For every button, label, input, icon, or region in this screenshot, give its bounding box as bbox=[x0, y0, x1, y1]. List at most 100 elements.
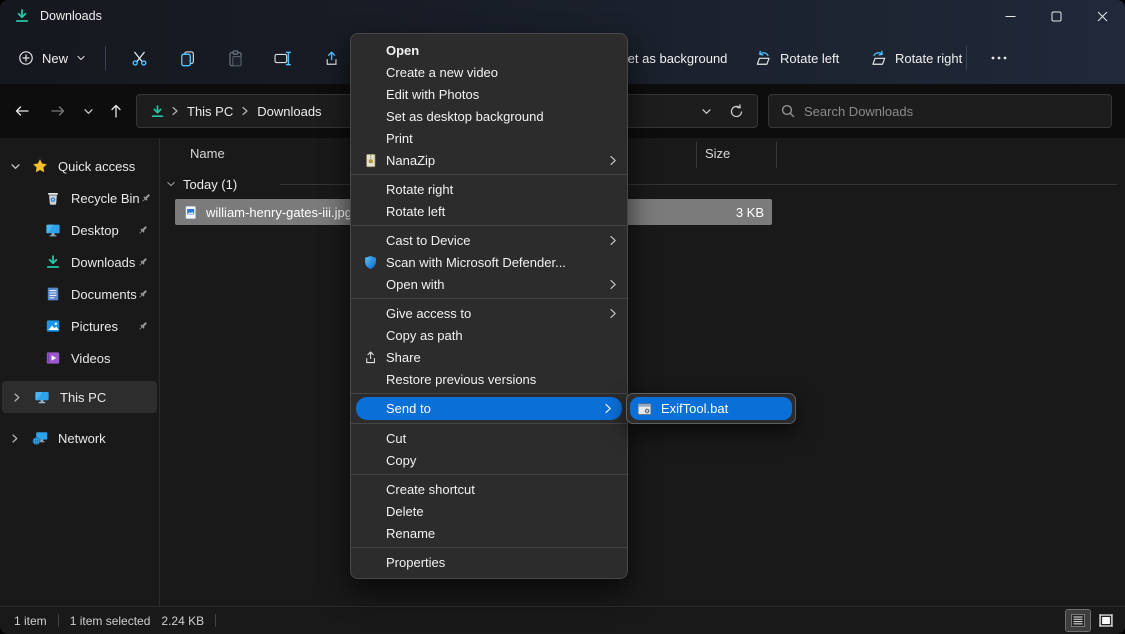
pin-icon bbox=[140, 192, 152, 204]
downloads-folder-icon bbox=[14, 8, 30, 24]
sidebar-item-videos[interactable]: Videos bbox=[0, 342, 159, 374]
large-icons-view-icon bbox=[1099, 614, 1113, 627]
set-as-background-button[interactable]: Set as background bbox=[619, 32, 727, 84]
menu-item-send-to[interactable]: Send to bbox=[356, 397, 622, 420]
sidebar-item-label: Desktop bbox=[71, 223, 119, 238]
menu-item-open-with[interactable]: Open with bbox=[351, 273, 627, 295]
breadcrumb-this-pc[interactable]: This PC bbox=[185, 104, 235, 119]
pin-icon bbox=[137, 256, 149, 268]
context-menu: Open Create a new video Edit with Photos… bbox=[350, 33, 628, 579]
breadcrumb-chevron-icon bbox=[171, 106, 179, 116]
search-input[interactable] bbox=[804, 104, 1099, 119]
menu-item-copy[interactable]: Copy bbox=[351, 449, 627, 471]
column-divider[interactable] bbox=[776, 142, 777, 168]
submenu-item-exiftool-bat[interactable]: ExifTool.bat bbox=[630, 397, 792, 420]
share-button[interactable] bbox=[307, 40, 355, 76]
send-to-submenu: ExifTool.bat bbox=[626, 393, 796, 424]
details-view-button[interactable] bbox=[1066, 610, 1090, 631]
submenu-item-label: ExifTool.bat bbox=[661, 401, 728, 416]
column-divider[interactable] bbox=[696, 142, 697, 168]
menu-separator bbox=[351, 225, 627, 226]
large-icons-view-button[interactable] bbox=[1094, 610, 1118, 631]
new-button[interactable]: New bbox=[8, 40, 96, 76]
copy-button[interactable] bbox=[163, 40, 211, 76]
menu-item-rotate-right[interactable]: Rotate right bbox=[351, 178, 627, 200]
rotate-left-icon bbox=[755, 50, 772, 67]
sidebar-item-network[interactable]: Network bbox=[0, 422, 159, 454]
submenu-arrow-icon bbox=[609, 235, 617, 246]
more-options-button[interactable] bbox=[984, 32, 1014, 84]
menu-item-rename[interactable]: Rename bbox=[351, 522, 627, 544]
menu-item-edit-with-photos[interactable]: Edit with Photos bbox=[351, 83, 627, 105]
menu-item-give-access-to[interactable]: Give access to bbox=[351, 302, 627, 324]
menu-item-delete[interactable]: Delete bbox=[351, 500, 627, 522]
sidebar-item-pictures[interactable]: Pictures bbox=[0, 310, 159, 342]
pin-icon bbox=[137, 320, 149, 332]
file-list-area: Name Size Today (1) william-henry-gates-… bbox=[160, 138, 1125, 606]
menu-item-print[interactable]: Print bbox=[351, 127, 627, 149]
downloads-folder-icon bbox=[45, 254, 61, 270]
menu-item-cut[interactable]: Cut bbox=[351, 427, 627, 449]
chevron-right-icon[interactable] bbox=[10, 433, 22, 444]
menu-item-open[interactable]: Open bbox=[351, 39, 627, 61]
sidebar-item-downloads[interactable]: Downloads bbox=[0, 246, 159, 278]
column-header-size[interactable]: Size bbox=[705, 146, 730, 161]
back-button[interactable] bbox=[8, 97, 36, 125]
forward-button[interactable] bbox=[44, 97, 72, 125]
rotate-left-button[interactable]: Rotate left bbox=[755, 32, 839, 84]
menu-item-share[interactable]: Share bbox=[351, 346, 627, 368]
sidebar-item-quick-access[interactable]: Quick access bbox=[0, 150, 159, 182]
menu-item-create-shortcut[interactable]: Create shortcut bbox=[351, 478, 627, 500]
sidebar-item-label: Quick access bbox=[58, 159, 135, 174]
minimize-button[interactable] bbox=[987, 0, 1033, 32]
menu-item-set-as-desktop-background[interactable]: Set as desktop background bbox=[351, 105, 627, 127]
submenu-arrow-icon bbox=[609, 308, 617, 319]
bat-file-icon bbox=[637, 402, 652, 416]
toolbar-divider bbox=[966, 32, 967, 84]
window-controls bbox=[987, 0, 1125, 32]
paste-button[interactable] bbox=[211, 40, 259, 76]
rename-icon bbox=[274, 50, 292, 67]
menu-item-properties[interactable]: Properties bbox=[351, 551, 627, 573]
up-button[interactable] bbox=[102, 97, 130, 125]
rename-button[interactable] bbox=[259, 40, 307, 76]
toolbar-divider bbox=[105, 46, 106, 70]
this-pc-icon bbox=[34, 389, 50, 405]
chevron-down-icon[interactable] bbox=[166, 179, 176, 189]
sidebar-item-documents[interactable]: Documents bbox=[0, 278, 159, 310]
videos-icon bbox=[45, 350, 61, 366]
defender-shield-icon bbox=[363, 255, 386, 270]
star-icon bbox=[32, 158, 48, 174]
network-icon bbox=[32, 430, 48, 446]
close-button[interactable] bbox=[1079, 0, 1125, 32]
maximize-button[interactable] bbox=[1033, 0, 1079, 32]
arrow-left-icon bbox=[14, 103, 30, 119]
cut-button[interactable] bbox=[115, 40, 163, 76]
menu-item-nanazip[interactable]: NanaZip bbox=[351, 149, 627, 171]
menu-item-copy-as-path[interactable]: Copy as path bbox=[351, 324, 627, 346]
group-header-today[interactable]: Today (1) bbox=[166, 175, 237, 193]
breadcrumb-downloads[interactable]: Downloads bbox=[255, 104, 323, 119]
column-header-name[interactable]: Name bbox=[190, 146, 225, 161]
pictures-icon bbox=[45, 318, 61, 334]
menu-item-create-a-new-video[interactable]: Create a new video bbox=[351, 61, 627, 83]
menu-item-rotate-left[interactable]: Rotate left bbox=[351, 200, 627, 222]
rotate-right-button[interactable]: Rotate right bbox=[870, 32, 962, 84]
sidebar-item-recycle-bin[interactable]: Recycle Bin bbox=[0, 182, 159, 214]
menu-item-cast-to-device[interactable]: Cast to Device bbox=[351, 229, 627, 251]
status-selected: 1 item selected bbox=[70, 614, 151, 628]
menu-item-scan-with-microsoft-defender[interactable]: Scan with Microsoft Defender... bbox=[351, 251, 627, 273]
search-box[interactable] bbox=[768, 94, 1112, 128]
new-button-label: New bbox=[42, 51, 68, 66]
chevron-right-icon[interactable] bbox=[12, 392, 24, 403]
address-dropdown-button[interactable] bbox=[691, 97, 721, 125]
plus-circle-icon bbox=[18, 50, 34, 66]
menu-item-restore-previous-versions[interactable]: Restore previous versions bbox=[351, 368, 627, 390]
sidebar-item-this-pc[interactable]: This PC bbox=[2, 381, 157, 413]
chevron-down-icon[interactable] bbox=[10, 161, 22, 172]
sidebar-item-label: Network bbox=[58, 431, 106, 446]
sidebar-item-desktop[interactable]: Desktop bbox=[0, 214, 159, 246]
search-icon bbox=[781, 104, 795, 118]
refresh-button[interactable] bbox=[721, 97, 751, 125]
recent-locations-button[interactable] bbox=[76, 97, 100, 125]
